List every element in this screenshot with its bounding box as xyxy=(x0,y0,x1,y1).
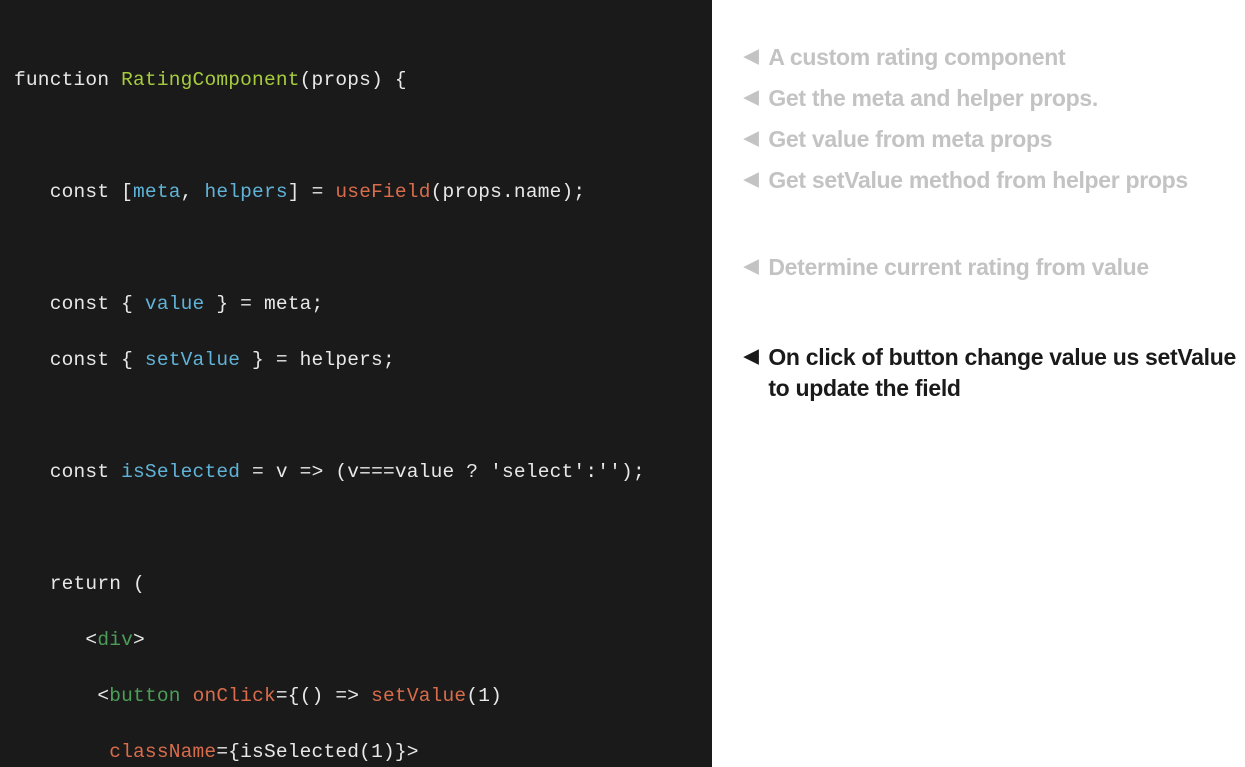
triangle-left-icon: ◀ xyxy=(744,252,758,282)
annotation-text: On click of button change value us setVa… xyxy=(768,342,1245,404)
triangle-left-icon: ◀ xyxy=(744,83,758,113)
code-token: return ( xyxy=(14,573,145,595)
code-line xyxy=(14,402,698,430)
code-token: , xyxy=(181,181,205,203)
code-token: } = helpers; xyxy=(240,349,395,371)
code-token: value xyxy=(145,293,205,315)
code-token: function xyxy=(14,69,121,91)
annotation-text: Get setValue method from helper props xyxy=(768,165,1188,196)
code-token: '' xyxy=(597,461,621,483)
code-token: const { xyxy=(14,349,145,371)
code-line: return ( xyxy=(14,570,698,598)
code-token: meta xyxy=(133,181,181,203)
code-token: const { xyxy=(14,293,145,315)
code-line: function RatingComponent(props) { xyxy=(14,66,698,94)
code-token: const xyxy=(14,461,121,483)
code-token: = v => (v===value ? xyxy=(240,461,490,483)
code-token: } = meta; xyxy=(204,293,323,315)
code-token: (props) { xyxy=(300,69,407,91)
code-token xyxy=(14,629,85,651)
code-token: onClick xyxy=(193,685,276,707)
code-line: const [meta, helpers] = useField(props.n… xyxy=(14,178,698,206)
code-token xyxy=(14,685,97,707)
annotation-text: A custom rating component xyxy=(768,42,1065,73)
code-token: useField xyxy=(335,181,430,203)
code-line xyxy=(14,234,698,262)
triangle-left-icon: ◀ xyxy=(744,165,758,195)
spacer xyxy=(744,293,1245,342)
triangle-left-icon: ◀ xyxy=(744,124,758,154)
code-line: const { setValue } = helpers; xyxy=(14,346,698,374)
code-token: ={isSelected(1)}> xyxy=(216,741,418,763)
code-token: const [ xyxy=(14,181,133,203)
code-editor: function RatingComponent(props) { const … xyxy=(0,0,712,767)
code-token: setValue xyxy=(145,349,240,371)
annotation-text: Get value from meta props xyxy=(768,124,1052,155)
code-token: 'select' xyxy=(490,461,585,483)
code-line: <button onClick={() => setValue(1) xyxy=(14,682,698,710)
annotation-item: ◀ Determine current rating from value xyxy=(744,252,1245,283)
code-token: (1) xyxy=(466,685,502,707)
code-token xyxy=(181,685,193,707)
code-token: className xyxy=(109,741,216,763)
code-line xyxy=(14,514,698,542)
code-token: < xyxy=(97,685,109,707)
code-token: isSelected xyxy=(121,461,240,483)
code-line: const { value } = meta; xyxy=(14,290,698,318)
code-line: <div> xyxy=(14,626,698,654)
annotation-text: Determine current rating from value xyxy=(768,252,1149,283)
annotation-item: ◀ A custom rating component xyxy=(744,42,1245,73)
code-token xyxy=(14,741,109,763)
code-token: : xyxy=(585,461,597,483)
code-line: className={isSelected(1)}> xyxy=(14,738,698,766)
code-token: div xyxy=(97,629,133,651)
code-token: ); xyxy=(621,461,645,483)
code-token: < xyxy=(85,629,97,651)
annotation-item: ◀ Get the meta and helper props. xyxy=(744,83,1245,114)
triangle-left-icon: ◀ xyxy=(744,342,758,372)
code-token: button xyxy=(109,685,180,707)
annotation-panel: ◀ A custom rating component ◀ Get the me… xyxy=(712,0,1245,767)
code-token: RatingComponent xyxy=(121,69,300,91)
code-token: (props.name); xyxy=(431,181,586,203)
code-token: > xyxy=(133,629,145,651)
code-token: helpers xyxy=(204,181,287,203)
spacer xyxy=(744,206,1245,252)
annotation-item: ◀ Get value from meta props xyxy=(744,124,1245,155)
annotation-item: ◀ Get setValue method from helper props xyxy=(744,165,1245,196)
code-line xyxy=(14,122,698,150)
code-token: setValue xyxy=(371,685,466,707)
annotation-text: Get the meta and helper props. xyxy=(768,83,1098,114)
code-line: const isSelected = v => (v===value ? 'se… xyxy=(14,458,698,486)
triangle-left-icon: ◀ xyxy=(744,42,758,72)
code-token: ={() => xyxy=(276,685,371,707)
annotation-item-active: ◀ On click of button change value us set… xyxy=(744,342,1245,404)
code-token: ] = xyxy=(288,181,336,203)
